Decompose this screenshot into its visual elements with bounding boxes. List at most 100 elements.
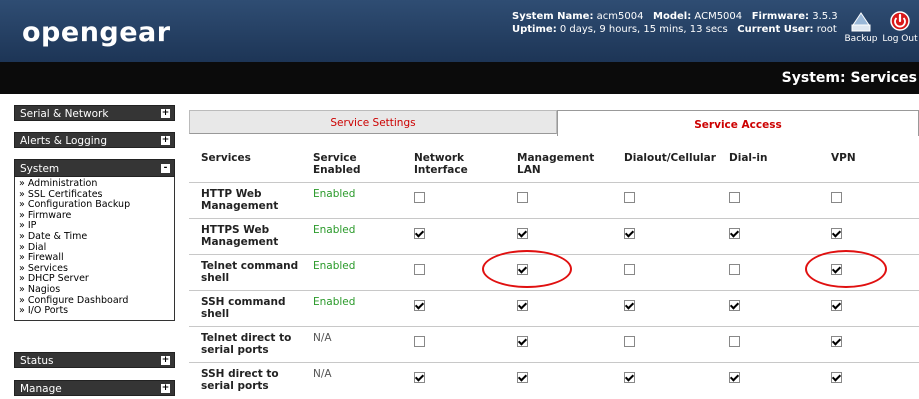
access-checkbox[interactable] — [414, 263, 425, 275]
backup-icon — [851, 12, 871, 32]
annotation-circle-vpn — [805, 250, 887, 288]
sidebar-section-alerts-logging[interactable]: Alerts & Logging + — [14, 132, 175, 148]
table-header-row: Services Service Enabled Network Interface… — [189, 148, 919, 182]
logout-button[interactable]: Log Out — [880, 8, 919, 44]
system-name-label: System Name: — [512, 11, 594, 22]
sidebar-section-serial-network[interactable]: Serial & Network + — [14, 105, 175, 121]
access-cell — [717, 325, 819, 362]
collapse-icon[interactable]: - — [161, 164, 170, 173]
access-checkbox[interactable] — [414, 299, 425, 311]
access-checkbox[interactable] — [729, 191, 740, 203]
access-checkbox[interactable] — [624, 227, 635, 239]
service-name: Telnet command shell — [189, 253, 301, 290]
access-cell — [505, 289, 612, 326]
sidebar-item-administration[interactable]: » Administration — [19, 178, 170, 190]
table-row: HTTPS Web Management Enabled — [189, 217, 919, 254]
access-checkbox[interactable] — [729, 263, 740, 275]
access-checkbox[interactable] — [624, 191, 635, 203]
access-checkbox[interactable] — [624, 263, 635, 275]
page-title: System: Services — [781, 70, 917, 86]
access-checkbox[interactable] — [831, 335, 842, 347]
access-cell — [612, 361, 717, 398]
sidebar-section-label: Manage — [20, 383, 62, 395]
backup-button[interactable]: Backup — [841, 8, 881, 44]
sidebar-section-header[interactable]: Serial & Network + — [14, 105, 175, 121]
table-body: HTTP Web Management Enabled HTTPS Web Mana… — [189, 181, 919, 398]
access-cell — [717, 253, 819, 290]
access-cell — [717, 289, 819, 326]
expand-icon[interactable]: + — [161, 384, 170, 393]
system-menu-list: » Administration» SSL Certificates» Conf… — [14, 177, 175, 321]
tab-bar: Service Settings Service Access — [189, 110, 919, 136]
access-checkbox[interactable] — [517, 191, 528, 203]
column-header: Dial-in — [729, 152, 768, 164]
access-checkbox[interactable] — [831, 227, 842, 239]
expand-icon[interactable]: + — [161, 136, 170, 145]
access-cell — [402, 217, 505, 254]
sidebar-section-header[interactable]: System - — [14, 159, 175, 177]
expand-icon[interactable]: + — [161, 109, 170, 118]
access-checkbox[interactable] — [624, 299, 635, 311]
sidebar-item-i-o-ports[interactable]: » I/O Ports — [19, 306, 170, 317]
access-cell — [717, 217, 819, 254]
access-checkbox[interactable] — [414, 227, 425, 239]
access-checkbox[interactable] — [414, 191, 425, 203]
access-checkbox[interactable] — [517, 371, 528, 383]
sidebar-section-header[interactable]: Alerts & Logging + — [14, 132, 175, 148]
table-row: Telnet direct to serial ports N/A — [189, 325, 919, 362]
access-cell — [612, 325, 717, 362]
access-checkbox[interactable] — [517, 299, 528, 311]
access-checkbox[interactable] — [624, 371, 635, 383]
access-cell — [505, 217, 612, 254]
service-status: N/A — [301, 325, 402, 362]
access-checkbox[interactable] — [831, 371, 842, 383]
service-status: Enabled — [301, 181, 402, 218]
sidebar-section-label: Status — [20, 355, 54, 367]
annotation-circle-management-lan — [482, 250, 572, 288]
title-bar: System: Services — [0, 62, 919, 94]
sidebar-section-header[interactable]: Status + — [14, 352, 175, 368]
access-checkbox[interactable] — [624, 335, 635, 347]
table-row: SSH direct to serial ports N/A — [189, 361, 919, 398]
service-status: N/A — [301, 361, 402, 398]
sidebar-section-header[interactable]: Manage + — [14, 380, 175, 396]
access-cell — [505, 181, 612, 218]
expand-icon[interactable]: + — [161, 356, 170, 365]
firmware-value: 3.5.3 — [812, 11, 838, 22]
sidebar-section-manage[interactable]: Manage + — [14, 380, 175, 396]
table-row: SSH command shell Enabled — [189, 289, 919, 326]
service-name: HTTPS Web Management — [189, 217, 301, 254]
access-cell — [402, 361, 505, 398]
top-header: opengear System Name: acm5004 Model: ACM… — [0, 0, 919, 62]
access-cell — [402, 181, 505, 218]
access-checkbox[interactable] — [517, 227, 528, 239]
access-cell — [717, 181, 819, 218]
access-cell — [612, 181, 717, 218]
backup-label: Backup — [844, 34, 878, 44]
access-checkbox[interactable] — [729, 299, 740, 311]
sidebar-section-status[interactable]: Status + — [14, 352, 175, 368]
sidebar-section-label: Serial & Network — [20, 108, 109, 120]
access-cell — [819, 181, 919, 218]
uptime-label: Uptime: — [512, 24, 557, 35]
sidebar-item-firmware[interactable]: » Firmware — [19, 210, 170, 222]
sidebar-item-nagios[interactable]: » Nagios — [19, 284, 170, 296]
column-header: Services — [201, 152, 251, 164]
access-checkbox[interactable] — [414, 335, 425, 347]
current-user-value: root — [816, 24, 837, 35]
tab-service-access[interactable]: Service Access — [557, 110, 919, 136]
access-checkbox[interactable] — [517, 335, 528, 347]
tab-service-settings[interactable]: Service Settings — [189, 110, 557, 134]
access-cell — [612, 253, 717, 290]
access-checkbox[interactable] — [729, 227, 740, 239]
sidebar-item-date-time[interactable]: » Date & Time — [19, 231, 170, 243]
current-user-label: Current User: — [737, 24, 814, 35]
column-header: Service Enabled — [313, 152, 361, 176]
access-checkbox[interactable] — [729, 335, 740, 347]
uptime-value: 0 days, 9 hours, 15 mins, 13 secs — [559, 24, 728, 35]
access-checkbox[interactable] — [729, 371, 740, 383]
access-checkbox[interactable] — [831, 299, 842, 311]
access-cell — [402, 325, 505, 362]
access-checkbox[interactable] — [831, 191, 842, 203]
access-checkbox[interactable] — [414, 371, 425, 383]
